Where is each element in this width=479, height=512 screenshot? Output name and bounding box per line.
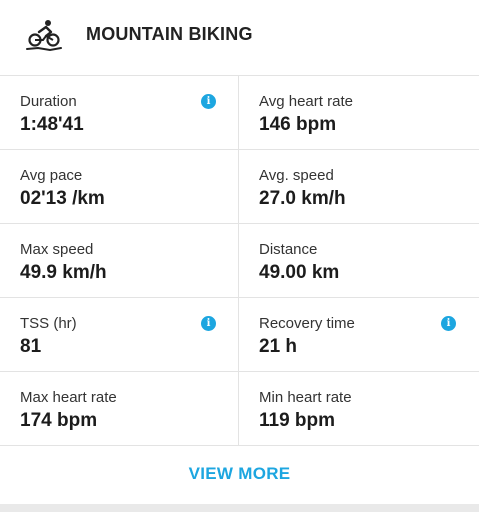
stat-value: 27.0 km/h — [259, 188, 346, 209]
card-footer: VIEW MORE — [0, 446, 479, 504]
info-icon[interactable]: i — [441, 316, 456, 331]
stat-label: Avg. speed — [259, 167, 334, 184]
info-icon[interactable]: i — [201, 94, 216, 109]
info-icon[interactable]: i — [201, 316, 216, 331]
stats-row: TSS (hr) 81 i Recovery time 21 h i — [0, 298, 479, 372]
stat-label: Min heart rate — [259, 389, 352, 406]
stat-label: Duration — [20, 93, 77, 110]
stat-tss: TSS (hr) 81 i — [0, 298, 239, 371]
stat-min-heart-rate: Min heart rate 119 bpm — [239, 372, 479, 445]
activity-summary-card: MOUNTAIN BIKING Duration 1:48'41 i Avg h… — [0, 0, 479, 504]
stat-value: 21 h — [259, 336, 298, 357]
activity-title: MOUNTAIN BIKING — [86, 24, 253, 44]
mountain-biking-icon — [26, 20, 62, 52]
stat-label: Max speed — [20, 241, 94, 258]
stats-row: Max heart rate 174 bpm Min heart rate 11… — [0, 372, 479, 446]
stat-value: 146 bpm — [259, 114, 337, 135]
stats-row: Avg pace 02'13 /km Avg. speed 27.0 km/h — [0, 150, 479, 224]
stat-distance: Distance 49.00 km — [239, 224, 479, 297]
stat-avg-pace: Avg pace 02'13 /km — [0, 150, 239, 223]
stat-avg-speed: Avg. speed 27.0 km/h — [239, 150, 479, 223]
activity-header: MOUNTAIN BIKING — [0, 0, 479, 76]
stat-value: 1:48'41 — [20, 114, 84, 135]
stat-max-heart-rate: Max heart rate 174 bpm — [0, 372, 239, 445]
stat-label: Avg pace — [20, 167, 83, 184]
stat-label: Max heart rate — [20, 389, 117, 406]
stat-value: 49.00 km — [259, 262, 340, 283]
stat-value: 02'13 /km — [20, 188, 105, 209]
stat-value: 119 bpm — [259, 410, 336, 431]
stat-value: 81 — [20, 336, 42, 357]
stat-label: Avg heart rate — [259, 93, 353, 110]
stat-avg-heart-rate: Avg heart rate 146 bpm — [239, 76, 479, 149]
stat-value: 174 bpm — [20, 410, 98, 431]
stat-recovery-time: Recovery time 21 h i — [239, 298, 479, 371]
stat-label: Distance — [259, 241, 318, 258]
stat-max-speed: Max speed 49.9 km/h — [0, 224, 239, 297]
stats-grid: Duration 1:48'41 i Avg heart rate 146 bp… — [0, 76, 479, 446]
stat-value: 49.9 km/h — [20, 262, 107, 283]
stat-label: TSS (hr) — [20, 315, 77, 332]
stats-row: Duration 1:48'41 i Avg heart rate 146 bp… — [0, 76, 479, 150]
stat-duration: Duration 1:48'41 i — [0, 76, 239, 149]
stat-label: Recovery time — [259, 315, 355, 332]
stats-row: Max speed 49.9 km/h Distance 49.00 km — [0, 224, 479, 298]
view-more-button[interactable]: VIEW MORE — [189, 464, 291, 484]
